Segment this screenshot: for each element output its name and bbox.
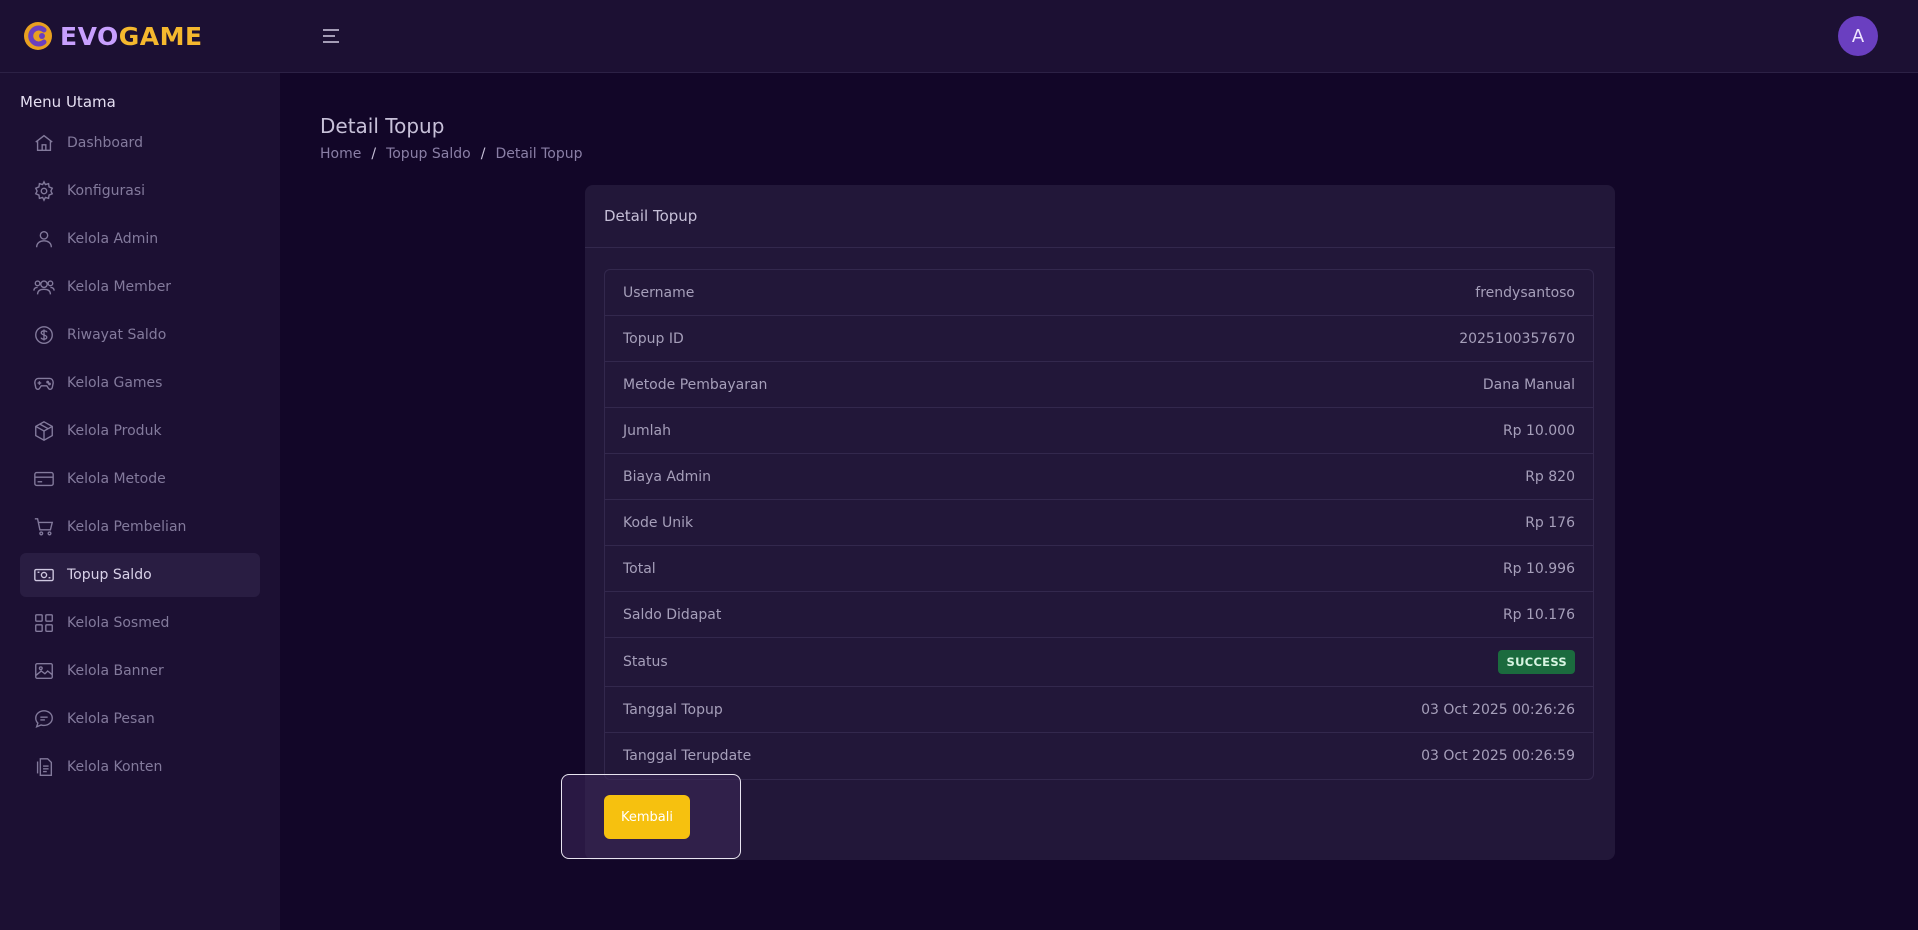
table-row: Total Rp 10.996 (605, 546, 1593, 592)
brand-name: EVOGAME (60, 21, 203, 51)
row-label: Metode Pembayaran (623, 376, 768, 393)
sidebar-item-kelola-metode[interactable]: Kelola Metode (20, 457, 260, 501)
detail-table: Username frendysantoso Topup ID 20251003… (604, 269, 1594, 780)
sidebar-item-kelola-sosmed[interactable]: Kelola Sosmed (20, 601, 260, 645)
breadcrumb-home-link[interactable]: Home (320, 146, 361, 162)
sidebar-item-label: Kelola Sosmed (67, 615, 170, 631)
table-row: Username frendysantoso (605, 270, 1593, 316)
sidebar-item-dashboard[interactable]: Dashboard (20, 121, 260, 165)
sidebar-item-label: Kelola Member (67, 279, 172, 295)
back-button[interactable]: Kembali (604, 795, 690, 839)
sidebar-item-label: Kelola Games (67, 375, 163, 391)
row-label: Tanggal Terupdate (623, 748, 752, 764)
table-row: Tanggal Topup 03 Oct 2025 00:26:26 (605, 687, 1593, 733)
sidebar-item-kelola-banner[interactable]: Kelola Banner (20, 649, 260, 693)
row-value: Rp 10.996 (1502, 560, 1575, 577)
breadcrumb-current: Detail Topup (495, 146, 583, 162)
row-label: Username (623, 284, 695, 301)
sidebar-item-label: Kelola Pembelian (67, 519, 187, 535)
table-row: Biaya Admin Rp 820 (605, 454, 1593, 500)
sidebar-item-kelola-games[interactable]: Kelola Games (20, 361, 260, 405)
home-icon (33, 132, 55, 154)
sidebar-item-label: Konfigurasi (67, 183, 146, 199)
row-label: Status (623, 654, 668, 670)
gear-icon (33, 180, 55, 202)
sidebar-item-label: Kelola Produk (67, 423, 162, 439)
row-value: 03 Oct 2025 00:26:26 (1421, 701, 1575, 718)
row-label: Total (623, 560, 656, 577)
table-row: Metode Pembayaran Dana Manual (605, 362, 1593, 408)
breadcrumb: Home / Topup Saldo / Detail Topup (320, 146, 583, 162)
sidebar-item-kelola-pesan[interactable]: Kelola Pesan (20, 697, 260, 741)
sidebar-item-kelola-member[interactable]: Kelola Member (20, 265, 260, 309)
menu-title: Menu Utama (20, 93, 116, 111)
gamepad-icon (33, 372, 55, 394)
sidebar-item-label: Kelola Metode (67, 471, 166, 487)
row-label: Saldo Didapat (623, 606, 722, 623)
row-value: Rp 176 (1525, 514, 1575, 531)
card-title: Detail Topup (585, 185, 1615, 248)
sidebar-item-kelola-produk[interactable]: Kelola Produk (20, 409, 260, 453)
dollar-icon (33, 324, 55, 346)
sidebar-item-label: Kelola Admin (67, 231, 159, 247)
grid-icon (33, 612, 55, 634)
row-value: 03 Oct 2025 00:26:59 (1421, 748, 1575, 764)
sidebar-item-kelola-pembelian[interactable]: Kelola Pembelian (20, 505, 260, 549)
breadcrumb-separator: / (480, 146, 486, 162)
menu-toggle-icon[interactable] (321, 26, 341, 46)
detail-card: Detail Topup Username frendysantoso Topu… (561, 185, 1615, 860)
row-value: 2025100357670 (1459, 330, 1575, 347)
page-title: Detail Topup (320, 114, 445, 138)
row-label: Biaya Admin (623, 468, 712, 485)
breadcrumb-topup-saldo-link[interactable]: Topup Saldo (386, 146, 471, 162)
users-icon (33, 276, 55, 298)
sidebar-item-label: Kelola Banner (67, 663, 164, 679)
user-icon (33, 228, 55, 250)
row-value: Rp 10.000 (1502, 422, 1575, 439)
cart-icon (33, 516, 55, 538)
sidebar-item-topup-saldo[interactable]: Topup Saldo (20, 553, 260, 597)
top-bar: EVOGAME A (0, 0, 1918, 73)
cash-icon (33, 564, 55, 586)
row-value: Rp 10.176 (1502, 606, 1575, 623)
table-row: Topup ID 2025100357670 (605, 316, 1593, 362)
row-label: Jumlah (623, 422, 671, 439)
box-icon (33, 420, 55, 442)
document-icon (33, 756, 55, 778)
table-row: Saldo Didapat Rp 10.176 (605, 592, 1593, 638)
sidebar-item-label: Riwayat Saldo (67, 327, 167, 343)
status-badge: SUCCESS (1498, 650, 1575, 674)
sidebar: Menu Utama Dashboard Konfigurasi Kelola … (0, 73, 280, 930)
table-row: Tanggal Terupdate 03 Oct 2025 00:26:59 (605, 733, 1593, 779)
row-value: frendysantoso (1475, 284, 1575, 301)
table-row: Kode Unik Rp 176 (605, 500, 1593, 546)
table-row: Status SUCCESS (605, 638, 1593, 687)
row-label: Kode Unik (623, 514, 694, 531)
sidebar-item-kelola-konten[interactable]: Kelola Konten (20, 745, 260, 789)
sidebar-item-label: Kelola Pesan (67, 711, 155, 727)
card-icon (33, 468, 55, 490)
sidebar-menu: Dashboard Konfigurasi Kelola Admin Kelol… (20, 121, 260, 793)
sidebar-item-label: Topup Saldo (67, 567, 152, 583)
sidebar-item-konfigurasi[interactable]: Konfigurasi (20, 169, 260, 213)
chat-icon (33, 708, 55, 730)
sidebar-item-riwayat-saldo[interactable]: Riwayat Saldo (20, 313, 260, 357)
brand-logo[interactable]: EVOGAME (22, 20, 203, 52)
logo-icon (24, 22, 52, 50)
row-label: Tanggal Topup (623, 701, 723, 718)
user-avatar[interactable]: A (1838, 16, 1878, 56)
table-row: Jumlah Rp 10.000 (605, 408, 1593, 454)
sidebar-item-kelola-admin[interactable]: Kelola Admin (20, 217, 260, 261)
row-value: Dana Manual (1482, 376, 1575, 393)
row-label: Topup ID (623, 330, 684, 347)
sidebar-item-label: Dashboard (67, 135, 143, 151)
sidebar-item-label: Kelola Konten (67, 759, 163, 775)
image-icon (33, 660, 55, 682)
breadcrumb-separator: / (371, 146, 377, 162)
row-value: Rp 820 (1525, 468, 1575, 485)
